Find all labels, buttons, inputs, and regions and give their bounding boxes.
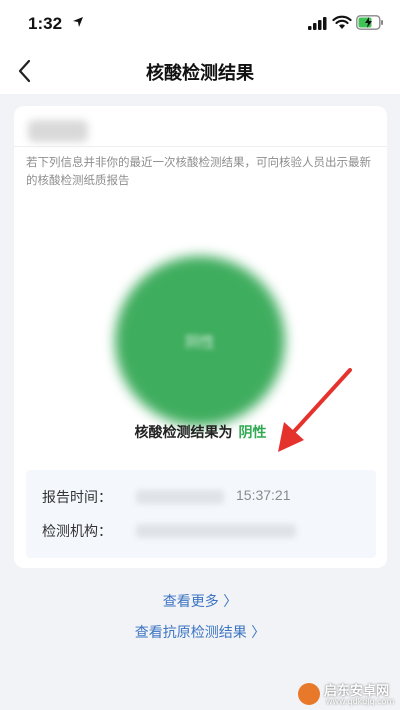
- notice-text: 若下列信息并非你的最近一次核酸检测结果，可向核验人员出示最新的核酸检测纸质报告: [26, 155, 371, 187]
- blurred-testing-org: [136, 524, 296, 538]
- result-prefix: 核酸检测结果为: [134, 425, 233, 441]
- view-antigen-result-link[interactable]: 查看抗原检测结果 〉: [0, 622, 400, 642]
- location-arrow-icon: [73, 17, 83, 27]
- watermark-logo: [298, 683, 320, 705]
- red-arrow-icon: [278, 368, 352, 452]
- battery-charging-icon: [356, 15, 383, 30]
- blurred-name: [28, 120, 88, 142]
- blurred-report-date: [136, 490, 224, 504]
- page-title: 核酸检测结果: [146, 63, 254, 84]
- status-bar: 1:32: [0, 0, 400, 48]
- signal-icon: [308, 17, 327, 30]
- divider: [14, 146, 387, 147]
- watermark: 启东安卓网 www.qdkdjq.com: [296, 680, 400, 710]
- nav-bar: 核酸检测结果: [0, 48, 400, 94]
- testing-org-label: 检测机构：: [42, 524, 112, 540]
- status-time: 1:32: [28, 14, 63, 33]
- view-more-link[interactable]: 查看更多 〉: [0, 591, 400, 611]
- report-time-label: 报告时间：: [42, 490, 112, 506]
- report-info-box: 报告时间： 15:37:21 检测机构：: [26, 470, 376, 558]
- result-card: 若下列信息并非你的最近一次核酸检测结果，可向核验人员出示最新的核酸检测纸质报告 …: [14, 106, 387, 568]
- report-time-value: 15:37:21: [236, 487, 291, 503]
- watermark-url: www.qdkdjq.com: [326, 697, 395, 706]
- wifi-icon: [332, 15, 352, 29]
